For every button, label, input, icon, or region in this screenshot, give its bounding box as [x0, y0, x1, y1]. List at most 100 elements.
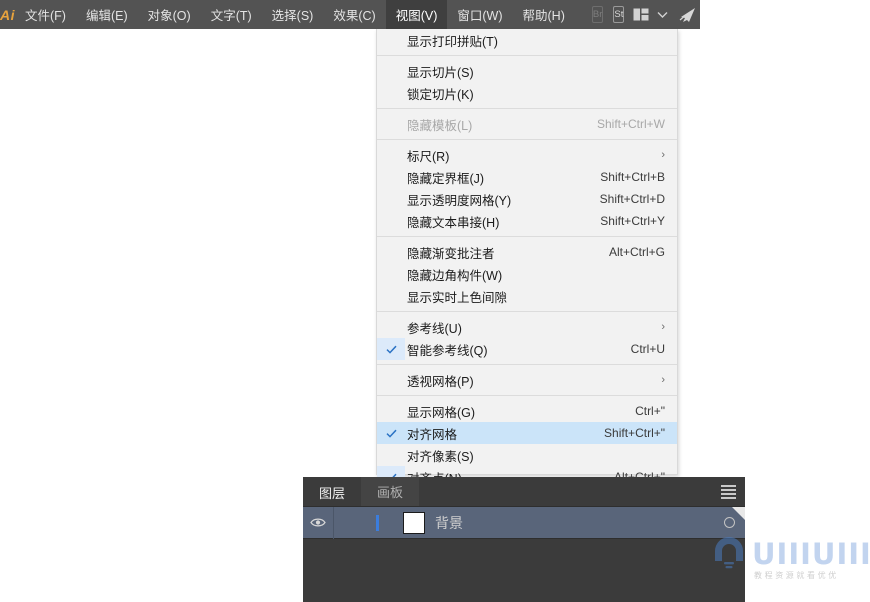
- menu-item-2[interactable]: 显示切片(S): [377, 60, 677, 82]
- menu-item-label: 显示透明度网格(Y): [407, 190, 511, 209]
- menu-1[interactable]: 文件(F): [15, 0, 76, 29]
- watermark-subtext: 教程资源就看优优: [754, 570, 839, 581]
- arrange-documents-icon[interactable]: [633, 8, 649, 21]
- watermark-logo-icon: [706, 529, 752, 575]
- menu-5[interactable]: 选择(S): [262, 0, 324, 29]
- menu-item-shortcut: Shift+Ctrl+Y: [600, 214, 665, 228]
- check-slot: [377, 188, 405, 210]
- check-slot: [377, 144, 405, 166]
- menu-item-label: 对齐网格: [407, 424, 457, 443]
- tab-layers-label: 图层: [319, 483, 345, 502]
- menu-7[interactable]: 视图(V): [386, 0, 448, 29]
- check-icon: [377, 338, 405, 360]
- layer-thumbnail[interactable]: [403, 512, 425, 534]
- check-slot: [377, 400, 405, 422]
- table-row[interactable]: 背景: [303, 507, 745, 539]
- menu-item-shortcut: Shift+Ctrl+D: [600, 192, 665, 206]
- menu-item-15[interactable]: 显示网格(G) Ctrl+": [377, 400, 677, 422]
- stock-button[interactable]: St: [613, 6, 624, 23]
- menu-item-label: 隐藏边角构件(W): [407, 265, 502, 284]
- menu-item-label: 透视网格(P): [407, 371, 474, 390]
- menu-separator: [377, 108, 677, 109]
- menu-item-label: 隐藏模板(L): [407, 115, 472, 134]
- layer-name[interactable]: 背景: [435, 513, 463, 533]
- menu-item-17[interactable]: 对齐像素(S): [377, 444, 677, 466]
- check-slot: [377, 60, 405, 82]
- menu-4[interactable]: 文字(T): [201, 0, 262, 29]
- menu-8[interactable]: 窗口(W): [447, 0, 512, 29]
- tab-artboards-label: 画板: [377, 482, 403, 501]
- menu-item-label: 显示打印拼贴(T): [407, 31, 498, 50]
- app-window: Ai 文件(F)编辑(E)对象(O)文字(T)选择(S)效果(C)视图(V)窗口…: [0, 0, 870, 602]
- tab-artboards[interactable]: 画板: [361, 477, 419, 506]
- check-slot: [377, 316, 405, 338]
- chevron-down-icon[interactable]: [657, 11, 668, 19]
- tab-layers[interactable]: 图层: [303, 477, 361, 506]
- menu-item-label: 锁定切片(K): [407, 84, 474, 103]
- chevron-right-icon: ›: [661, 321, 665, 333]
- menu-item-6[interactable]: 隐藏定界框(J)Shift+Ctrl+B: [377, 166, 677, 188]
- check-slot: [377, 29, 405, 51]
- layer-color-bar: [376, 515, 379, 531]
- menu-item-7[interactable]: 显示透明度网格(Y) Shift+Ctrl+D: [377, 188, 677, 210]
- menu-item-label: 隐藏文本串接(H): [407, 212, 499, 231]
- check-slot: [377, 113, 405, 135]
- bridge-button[interactable]: Br: [592, 6, 604, 23]
- menu-item-label: 对齐像素(S): [407, 446, 474, 465]
- check-icon: [377, 422, 405, 444]
- menu-item-shortcut: Shift+Ctrl+W: [597, 117, 665, 131]
- menu-item-16[interactable]: 对齐网格 Shift+Ctrl+": [377, 422, 677, 444]
- layers-panel: 图层 画板 背景: [303, 477, 745, 602]
- menu-separator: [377, 236, 677, 237]
- menu-item-label: 显示实时上色间隙: [407, 287, 507, 306]
- selection-corner-marker: [732, 507, 745, 520]
- check-slot: [377, 444, 405, 466]
- menu-item-5[interactable]: 标尺(R) ›: [377, 144, 677, 166]
- check-slot: [377, 285, 405, 307]
- menu-item-3[interactable]: 锁定切片(K): [377, 82, 677, 104]
- menu-3[interactable]: 对象(O): [138, 0, 201, 29]
- menu-item-9[interactable]: 隐藏渐变批注者Alt+Ctrl+G: [377, 241, 677, 263]
- menu-item-label: 标尺(R): [407, 146, 449, 165]
- menu-item-1[interactable]: 显示打印拼贴(T): [377, 29, 677, 51]
- menu-item-13[interactable]: 智能参考线(Q) Ctrl+U: [377, 338, 677, 360]
- layers-list-body: [303, 539, 745, 601]
- menu-item-11[interactable]: 显示实时上色间隙: [377, 285, 677, 307]
- chevron-right-icon: ›: [661, 149, 665, 161]
- panel-tabbar-filler: [419, 477, 711, 506]
- workspace-switcher-icon[interactable]: [676, 6, 698, 24]
- menu-item-label: 显示切片(S): [407, 62, 474, 81]
- menu-item-4: 隐藏模板(L) Shift+Ctrl+W: [377, 113, 677, 135]
- check-slot: [377, 241, 405, 263]
- menu-item-shortcut: Ctrl+U: [631, 342, 665, 356]
- check-slot: [377, 263, 405, 285]
- menu-item-label: 参考线(U): [407, 318, 462, 337]
- menu-separator: [377, 139, 677, 140]
- view-menu-dropdown[interactable]: 显示打印拼贴(T) 显示切片(S) 锁定切片(K) 隐藏模板(L) Shift+Ctrl…: [376, 29, 678, 475]
- menu-6[interactable]: 效果(C): [323, 0, 385, 29]
- menu-item-shortcut: Shift+Ctrl+B: [600, 170, 665, 184]
- menu-item-10[interactable]: 隐藏边角构件(W): [377, 263, 677, 285]
- menu-separator: [377, 364, 677, 365]
- lock-toggle-cell[interactable]: [334, 507, 362, 539]
- illustrator-logo-icon: Ai: [0, 0, 15, 29]
- menu-item-label: 智能参考线(Q): [407, 340, 488, 359]
- panel-tab-bar: 图层 画板: [303, 477, 745, 507]
- menu-item-shortcut: Shift+Ctrl+": [604, 426, 665, 440]
- chevron-right-icon: ›: [661, 374, 665, 386]
- check-slot: [377, 166, 405, 188]
- menu-9[interactable]: 帮助(H): [513, 0, 575, 29]
- hamburger-bars: [721, 483, 736, 501]
- menu-item-14[interactable]: 透视网格(P) ›: [377, 369, 677, 391]
- panel-menu-icon[interactable]: [711, 477, 745, 506]
- menu-bar: Ai 文件(F)编辑(E)对象(O)文字(T)选择(S)效果(C)视图(V)窗口…: [0, 0, 700, 29]
- menu-item-12[interactable]: 参考线(U) ›: [377, 316, 677, 338]
- eye-icon[interactable]: [303, 517, 333, 528]
- menu-separator: [377, 55, 677, 56]
- menu-item-8[interactable]: 隐藏文本串接(H) Shift+Ctrl+Y: [377, 210, 677, 232]
- menu-item-label: 显示网格(G): [407, 402, 475, 421]
- menu-2[interactable]: 编辑(E): [76, 0, 138, 29]
- menu-item-shortcut: Alt+Ctrl+G: [609, 245, 665, 259]
- menu-item-shortcut: Ctrl+": [635, 404, 665, 418]
- menu-separator: [377, 395, 677, 396]
